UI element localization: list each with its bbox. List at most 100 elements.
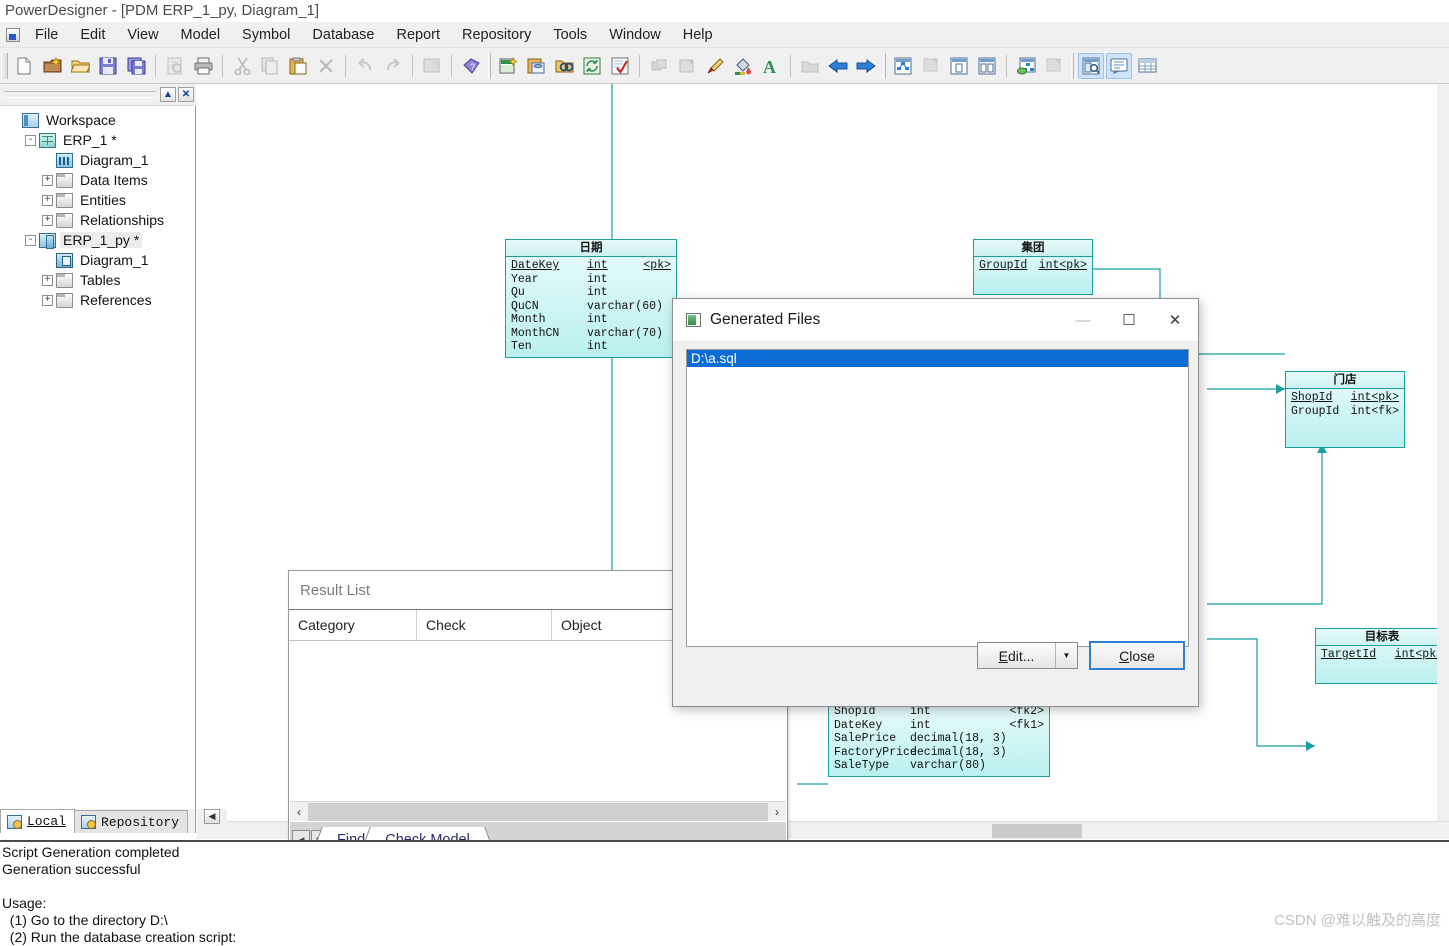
result-scroll-right-button[interactable]: › [768, 802, 786, 821]
paste-icon[interactable] [285, 53, 311, 79]
menu-model[interactable]: Model [170, 24, 232, 46]
canvas-hscroll-thumb[interactable] [992, 824, 1082, 838]
result-column-header[interactable]: Object [552, 610, 692, 640]
toolbar-grip[interactable] [1071, 52, 1074, 79]
diagram-table[interactable]: ShopId int <fk2> DateKey int <fk1> SalePrice de… [828, 702, 1050, 777]
result-list-icon[interactable] [1134, 53, 1160, 79]
dialog-maximize-button[interactable]: ☐ [1106, 299, 1152, 342]
tree-collapse-toggle[interactable]: - [25, 134, 36, 146]
application-icon [6, 27, 20, 42]
forward-arrow-icon[interactable] [853, 53, 879, 79]
tree-expand-toggle[interactable]: + [42, 194, 53, 206]
canvas-vertical-scrollbar[interactable] [1437, 84, 1449, 821]
new-icon[interactable] [11, 53, 37, 79]
zoom-two-page-icon[interactable] [974, 53, 1000, 79]
browser-tree: Workspace - ERP_1 * Diagram_1 + Data Items + En… [2, 110, 193, 807]
tree-item-workspace[interactable]: Workspace [2, 110, 193, 130]
back-arrow-icon[interactable] [825, 53, 851, 79]
save-icon[interactable] [95, 53, 121, 79]
tree-item-diagram_1[interactable]: Diagram_1 [2, 150, 193, 170]
diagram-table-columns: GroupId int <pk> [974, 257, 1092, 276]
edit-dropdown-arrow-icon[interactable]: ▼ [1056, 643, 1077, 668]
toolbar-grip[interactable] [488, 52, 491, 79]
diagram-table[interactable]: 集团 GroupId int <pk> [973, 239, 1093, 295]
dialog-title-bar[interactable]: Generated Files — ☐ ✕ [673, 299, 1198, 342]
tree-expand-toggle[interactable]: + [42, 174, 53, 186]
new-diagram-icon[interactable] [495, 53, 521, 79]
relationship-line[interactable] [1207, 638, 1315, 747]
relationship-line[interactable] [1207, 444, 1323, 605]
toolbar-grip[interactable] [1, 52, 8, 79]
browser-close-button[interactable]: ✕ [178, 87, 194, 102]
line-style-icon [674, 53, 700, 79]
menu-report[interactable]: Report [385, 24, 451, 46]
help-icon[interactable]: ? [458, 53, 484, 79]
menu-window[interactable]: Window [598, 24, 672, 46]
browser-tab-repository[interactable]: Repository [74, 810, 189, 833]
dialog-minimize-button[interactable]: — [1060, 299, 1106, 342]
folder-icon [56, 212, 73, 228]
link-model-icon[interactable] [1013, 53, 1039, 79]
diagram-table[interactable]: 日期 DateKey int <pk> Year int Qu int QuCN varchar(… [505, 239, 677, 358]
open-folder-icon[interactable] [67, 53, 93, 79]
result-column-header[interactable]: Category [289, 610, 417, 640]
refresh-icon[interactable] [579, 53, 605, 79]
save-all-icon[interactable] [123, 53, 149, 79]
tree-item-entities[interactable]: + Entities [2, 190, 193, 210]
font-icon[interactable]: A [758, 53, 784, 79]
fill-color-icon[interactable] [730, 53, 756, 79]
tree-item-erp_1[interactable]: - ERP_1 * [2, 130, 193, 150]
menu-repository[interactable]: Repository [451, 24, 542, 46]
generated-file-list[interactable]: D:\a.sql [686, 349, 1189, 647]
scroll-left-button[interactable]: ◀ [204, 809, 220, 824]
result-scroll-track[interactable] [308, 802, 768, 821]
browser-toggle-icon[interactable] [1078, 52, 1104, 79]
diagram-table[interactable]: 目标表 TargetId int <pk> [1315, 628, 1449, 684]
browser-collapse-button[interactable]: ▲ [160, 87, 176, 102]
toolbar-grip[interactable] [883, 52, 886, 79]
menu-tools[interactable]: Tools [542, 24, 598, 46]
edit-button[interactable]: Edit... [978, 643, 1056, 668]
format-brush-icon[interactable] [702, 53, 728, 79]
column-name: GroupId [979, 259, 1028, 272]
menu-database[interactable]: Database [301, 24, 385, 46]
zoom-page-icon[interactable] [946, 53, 972, 79]
find-object-icon[interactable] [551, 53, 577, 79]
generated-file-item[interactable]: D:\a.sql [687, 350, 1188, 367]
tree-item-diagram_1[interactable]: Diagram_1 [2, 250, 193, 270]
model-explorer-icon[interactable] [890, 53, 916, 79]
column-name: FactoryPrice [834, 745, 917, 759]
column-name: DateKey [511, 259, 560, 272]
output-toggle-icon[interactable] [1106, 52, 1132, 79]
menu-symbol[interactable]: Symbol [231, 24, 301, 46]
result-scroll-left-button[interactable]: ‹ [290, 802, 308, 821]
new-model-icon[interactable] [39, 53, 65, 79]
print-icon[interactable] [190, 53, 216, 79]
tree-expand-toggle[interactable]: + [42, 294, 53, 306]
menu-help[interactable]: Help [672, 24, 724, 46]
tree-item-references[interactable]: + References [2, 290, 193, 310]
tree-item-erp_1_py[interactable]: - ERP_1_py * [2, 230, 193, 250]
result-column-header[interactable]: Check [417, 610, 552, 640]
check-model-icon[interactable] [607, 53, 633, 79]
diagram-table[interactable]: 门店 ShopId int <pk> GroupId int <fk> [1285, 371, 1405, 448]
tree-item-dataitems[interactable]: + Data Items [2, 170, 193, 190]
result-list-hscrollbar[interactable]: ‹ › [290, 801, 786, 821]
close-button[interactable]: Close [1089, 641, 1185, 670]
browser-tab-local[interactable]: Local [0, 809, 76, 833]
edit-split-button[interactable]: Edit... ▼ [977, 642, 1078, 669]
generate-database-icon[interactable] [523, 53, 549, 79]
tree-collapse-toggle[interactable]: - [25, 234, 36, 246]
diagram-table-column: ShopId int <pk> [1291, 391, 1399, 405]
dialog-close-button[interactable]: ✕ [1152, 299, 1198, 342]
diagram-table-column: MonthCN varchar(70) [511, 327, 671, 341]
tree-item-tables[interactable]: + Tables [2, 270, 193, 290]
menu-file[interactable]: File [24, 24, 69, 46]
tree-item-relationships[interactable]: + Relationships [2, 210, 193, 230]
tree-expand-toggle[interactable]: + [42, 214, 53, 226]
tree-expand-toggle[interactable]: + [42, 274, 53, 286]
pdmdiag-icon [56, 252, 73, 268]
menu-edit[interactable]: Edit [69, 24, 116, 46]
menu-view[interactable]: View [116, 24, 169, 46]
output-pane[interactable]: Script Generation completed Generation su… [0, 840, 1449, 946]
